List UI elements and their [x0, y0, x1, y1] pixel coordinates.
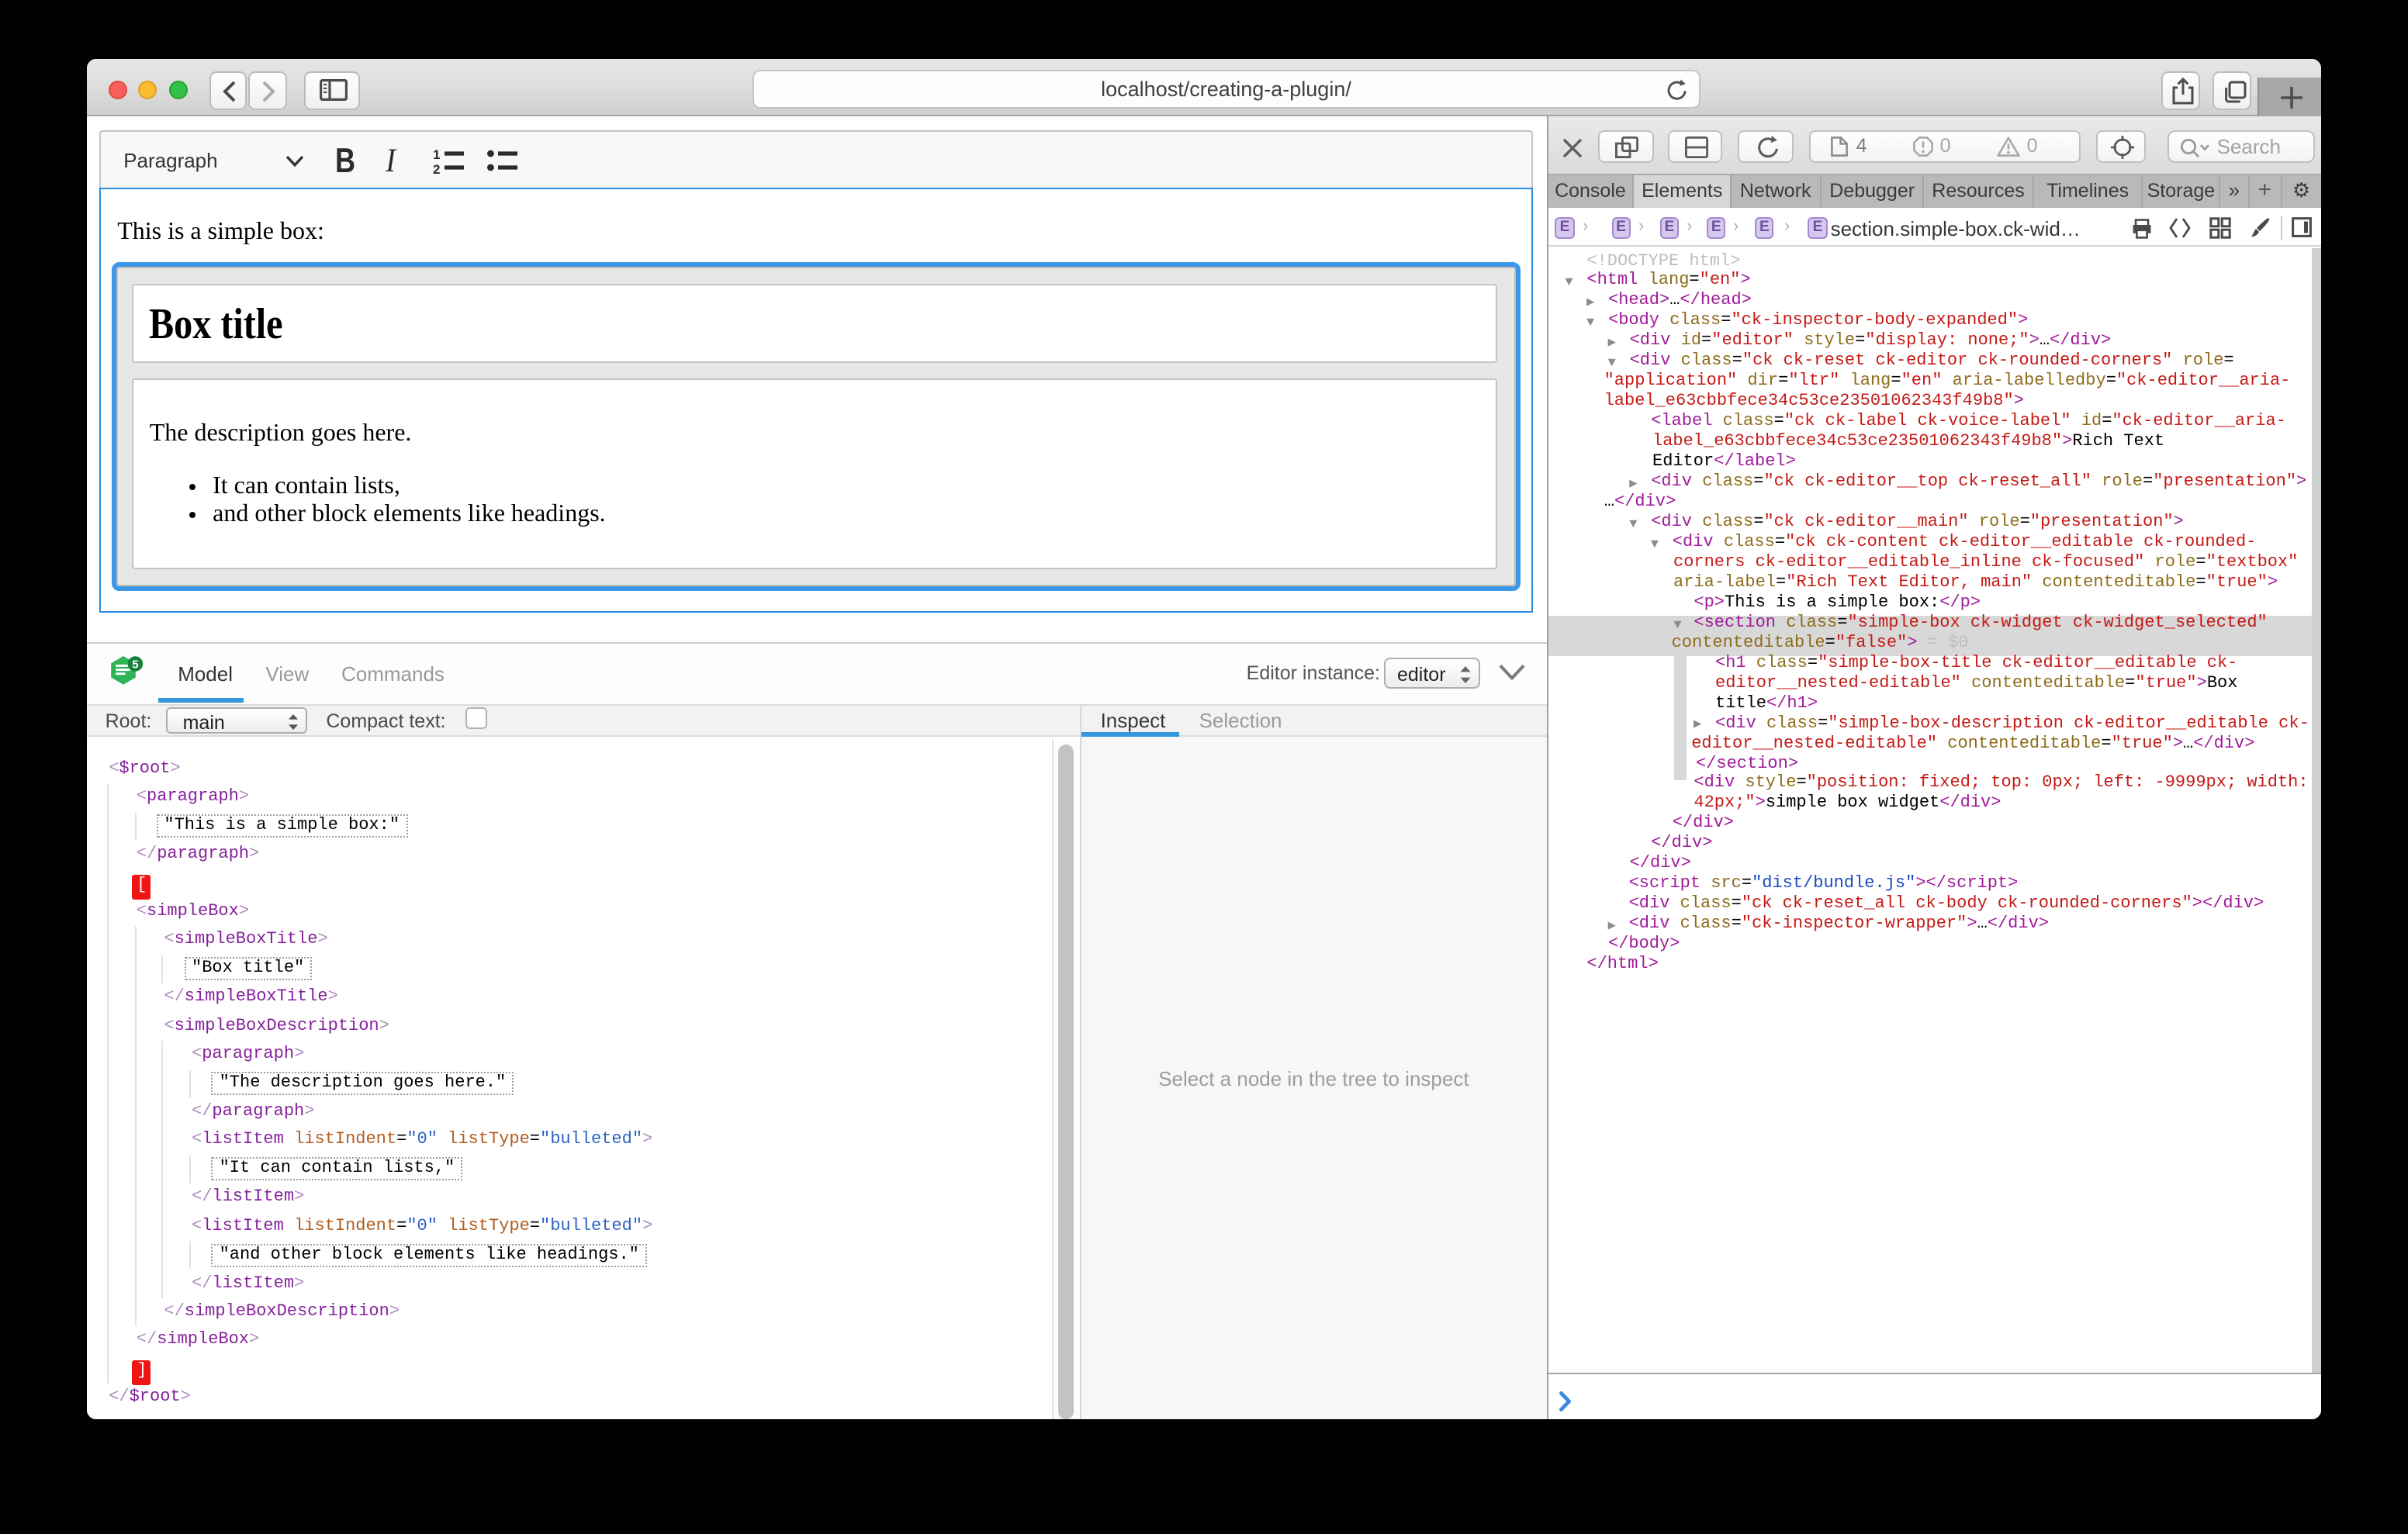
- svg-text:1: 1: [432, 147, 439, 162]
- svg-text:2: 2: [432, 162, 439, 174]
- svg-text:5: 5: [131, 658, 137, 671]
